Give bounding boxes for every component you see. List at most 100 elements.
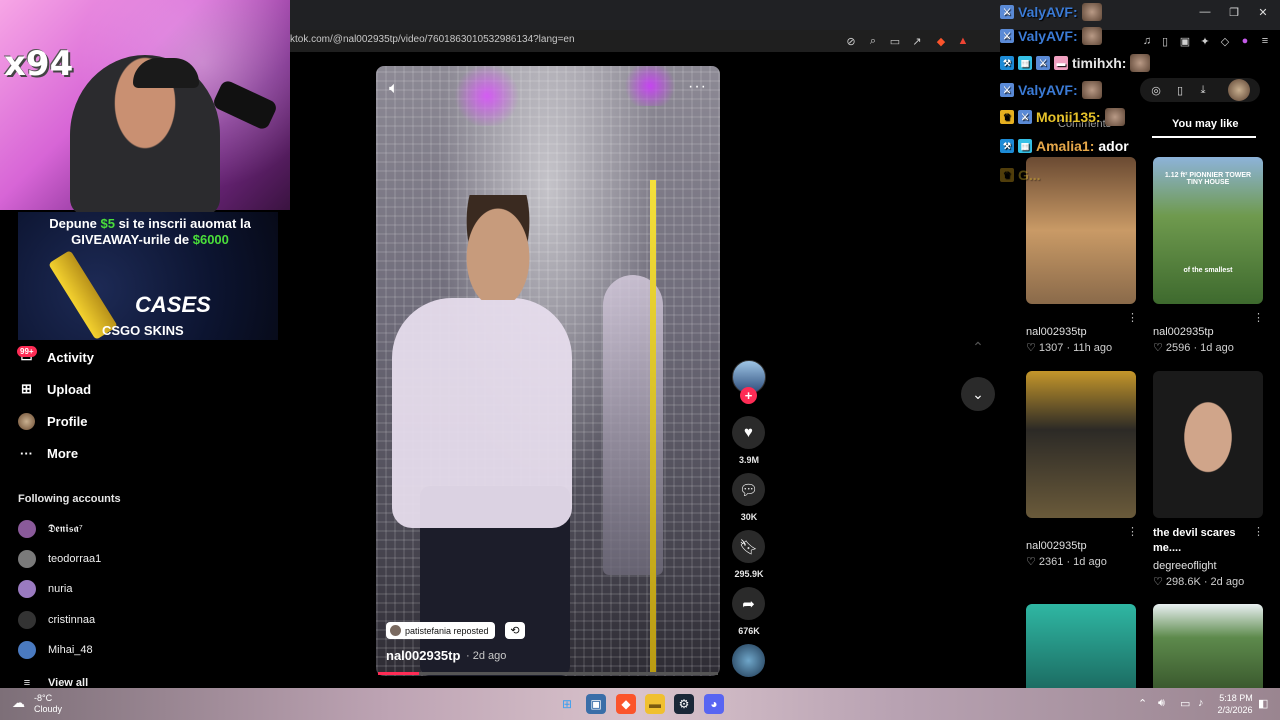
giveaway-line-2: GIVEAWAY-urile de $6000 [0, 232, 300, 247]
music-icon[interactable]: ♫ [1140, 34, 1154, 48]
nav-upload[interactable]: ⊞ Upload [18, 379, 91, 399]
comment-count: 30K [740, 512, 758, 522]
card-user[interactable]: nal002935tp [1026, 540, 1087, 552]
vip-badge-icon: ⚒ [1000, 139, 1014, 153]
chat-message: ⚔ ValyAVF: [1000, 26, 1102, 46]
next-video-button[interactable]: ⌄ [961, 377, 995, 411]
card-more-icon[interactable]: ⋮ [1253, 525, 1264, 538]
task-view-icon[interactable]: ▣ [586, 694, 606, 714]
card-stats: ♡ 298.6K · 2d ago [1153, 576, 1245, 588]
active-tab-indicator [1152, 136, 1256, 138]
giveaway-amount: $5 [100, 216, 115, 231]
sidebar-icon[interactable]: ▯ [1158, 34, 1172, 48]
brave-icon[interactable]: ◆ [616, 694, 636, 714]
cast-icon[interactable]: ▭ [888, 34, 902, 48]
tray-chevron-icon[interactable]: ⌃ [1138, 697, 1147, 710]
leo-icon[interactable]: ● [1238, 34, 1252, 48]
weather-condition[interactable]: Cloudy [34, 704, 62, 714]
phone-icon[interactable]: ▯ [1173, 83, 1187, 97]
weather-icon[interactable]: ☁ [12, 695, 25, 711]
repost-label: patistefania reposted [405, 625, 489, 636]
url-text[interactable]: ktok.com/@nal002935tp/video/760186301053… [290, 34, 575, 45]
card-user[interactable]: degreeoflight [1153, 560, 1217, 572]
following-account[interactable]: 𝕯𝖊𝖓𝖎𝖘𝖆⁷ [18, 520, 83, 538]
card-more-icon[interactable]: ⋮ [1127, 311, 1138, 324]
following-accounts-title: Following accounts [18, 493, 121, 505]
music-disc-icon[interactable] [732, 644, 765, 677]
repost-icon[interactable]: ⟲ [505, 622, 525, 639]
video-thumbnail[interactable] [1026, 371, 1136, 518]
zoom-icon[interactable]: ⌕ [866, 34, 880, 48]
volume-icon[interactable]: 🔈︎ [389, 80, 399, 98]
brave-shield-icon[interactable]: ◆ [934, 34, 948, 48]
card-more-icon[interactable]: ⋮ [1253, 311, 1264, 324]
like-button[interactable]: ♥ [732, 416, 765, 449]
user-avatar[interactable] [1228, 79, 1250, 101]
file-explorer-icon[interactable]: ▬ [645, 694, 665, 714]
minimize-button[interactable]: — [1197, 6, 1213, 18]
giveaway-prize: $6000 [192, 232, 229, 247]
following-account[interactable]: cristinnaa [18, 611, 95, 629]
video-author[interactable]: nal002935tp [386, 648, 460, 663]
download-icon[interactable]: ⤓ [1196, 83, 1210, 97]
discord-icon[interactable]: ◕ [704, 694, 724, 714]
repost-pill[interactable]: patistefania reposted [386, 622, 495, 639]
notification-icon[interactable]: ◧ [1258, 697, 1268, 710]
nav-profile[interactable]: ● Profile [18, 411, 87, 431]
video-thumbnail[interactable] [1026, 157, 1136, 304]
save-button[interactable]: 🔖︎ [732, 530, 765, 563]
following-account[interactable]: Mihai_48 [18, 641, 93, 659]
card-user[interactable]: nal002935tp [1153, 326, 1214, 338]
clock-date[interactable]: 2/3/2026 [1214, 705, 1256, 715]
save-count: 295.9K [734, 569, 764, 579]
chat-username: Monii135: [1036, 109, 1101, 125]
following-account[interactable]: nuria [18, 580, 72, 598]
start-icon[interactable]: ⊞ [557, 694, 577, 714]
share-button[interactable]: ➦ [732, 587, 765, 620]
video-thumbnail[interactable] [1153, 604, 1263, 688]
card-stats: ♡ 2361 · 1d ago [1026, 556, 1107, 568]
moderator-badge-icon: ⚔ [1000, 29, 1014, 43]
steam-icon[interactable]: ⚙ [674, 694, 694, 714]
reader-mode-icon[interactable]: ⊘ [844, 34, 858, 48]
volume-tray-icon[interactable]: ♪ [1198, 697, 1204, 709]
account-name: teodorraa1 [48, 553, 102, 565]
chat-username: G... [1018, 167, 1041, 183]
avatar [390, 625, 401, 636]
streamer-hat [133, 58, 199, 88]
previous-video-button[interactable]: ⌃ [961, 330, 995, 364]
more-options-icon[interactable]: ··· [688, 78, 707, 96]
video-thumbnail[interactable] [1153, 371, 1263, 518]
vpn-icon[interactable]: ◇ [1218, 34, 1232, 48]
card-title[interactable]: the devil scares me.... [1153, 526, 1248, 556]
tab-you-may-like[interactable]: You may like [1172, 118, 1238, 130]
clock-time[interactable]: 5:18 PM [1218, 693, 1254, 703]
chat-username: ValyAVF: [1018, 82, 1078, 98]
brave-rewards-icon[interactable]: ▲ [956, 34, 970, 48]
thumbnail-caption: 1.12 ft² PIONNIER TOWER TINY HOUSE [1164, 172, 1252, 186]
chat-message: ⚒ ▦ ⚔ ▬ timihxh: [1000, 53, 1151, 73]
card-user[interactable]: nal002935tp [1026, 326, 1087, 338]
weather-temp[interactable]: -8°C [34, 693, 52, 703]
taskbar [0, 688, 1280, 720]
video-progress[interactable] [378, 672, 718, 675]
compass-icon[interactable]: ◎ [1149, 83, 1163, 97]
follow-plus-icon[interactable]: + [740, 387, 757, 404]
share-icon[interactable]: ↗ [910, 34, 924, 48]
menu-icon[interactable]: ≡ [1258, 34, 1272, 48]
extension-icon[interactable]: ✦ [1198, 34, 1212, 48]
network-icon[interactable]: ▭ [1180, 697, 1190, 710]
video-thumbnail[interactable] [1026, 604, 1136, 688]
nav-label: Profile [47, 413, 88, 429]
speaker-icon[interactable]: 🔊︎ [1158, 697, 1165, 710]
comment-button[interactable]: 💬︎ [732, 473, 765, 506]
nav-more[interactable]: ··· More [18, 443, 78, 463]
wallet-icon[interactable]: ▣ [1178, 34, 1192, 48]
maximize-button[interactable]: ❐ [1226, 6, 1242, 19]
card-more-icon[interactable]: ⋮ [1127, 525, 1138, 538]
thumbnail-caption: of the smallest [1183, 267, 1233, 274]
close-button[interactable]: ✕ [1255, 6, 1271, 19]
following-account[interactable]: teodorraa1 [18, 550, 101, 568]
chat-username: ValyAVF: [1018, 4, 1078, 20]
sub-badge-icon: ▦ [1018, 56, 1032, 70]
